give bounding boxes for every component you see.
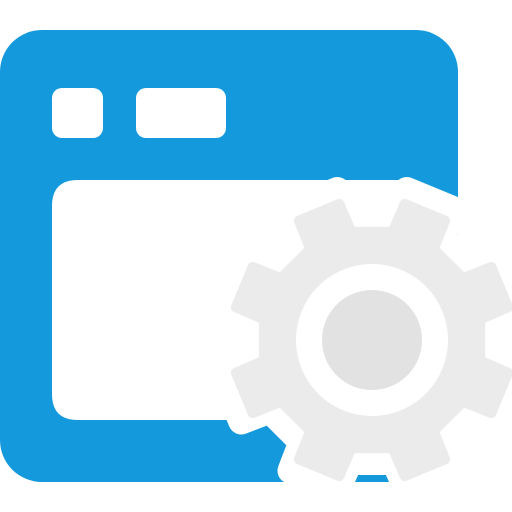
gear-hub-icon <box>322 290 422 390</box>
app-settings-icon <box>0 0 512 512</box>
window-control-small-icon <box>52 88 103 138</box>
window-control-wide-icon <box>136 88 226 138</box>
application-settings-icon <box>0 30 512 503</box>
